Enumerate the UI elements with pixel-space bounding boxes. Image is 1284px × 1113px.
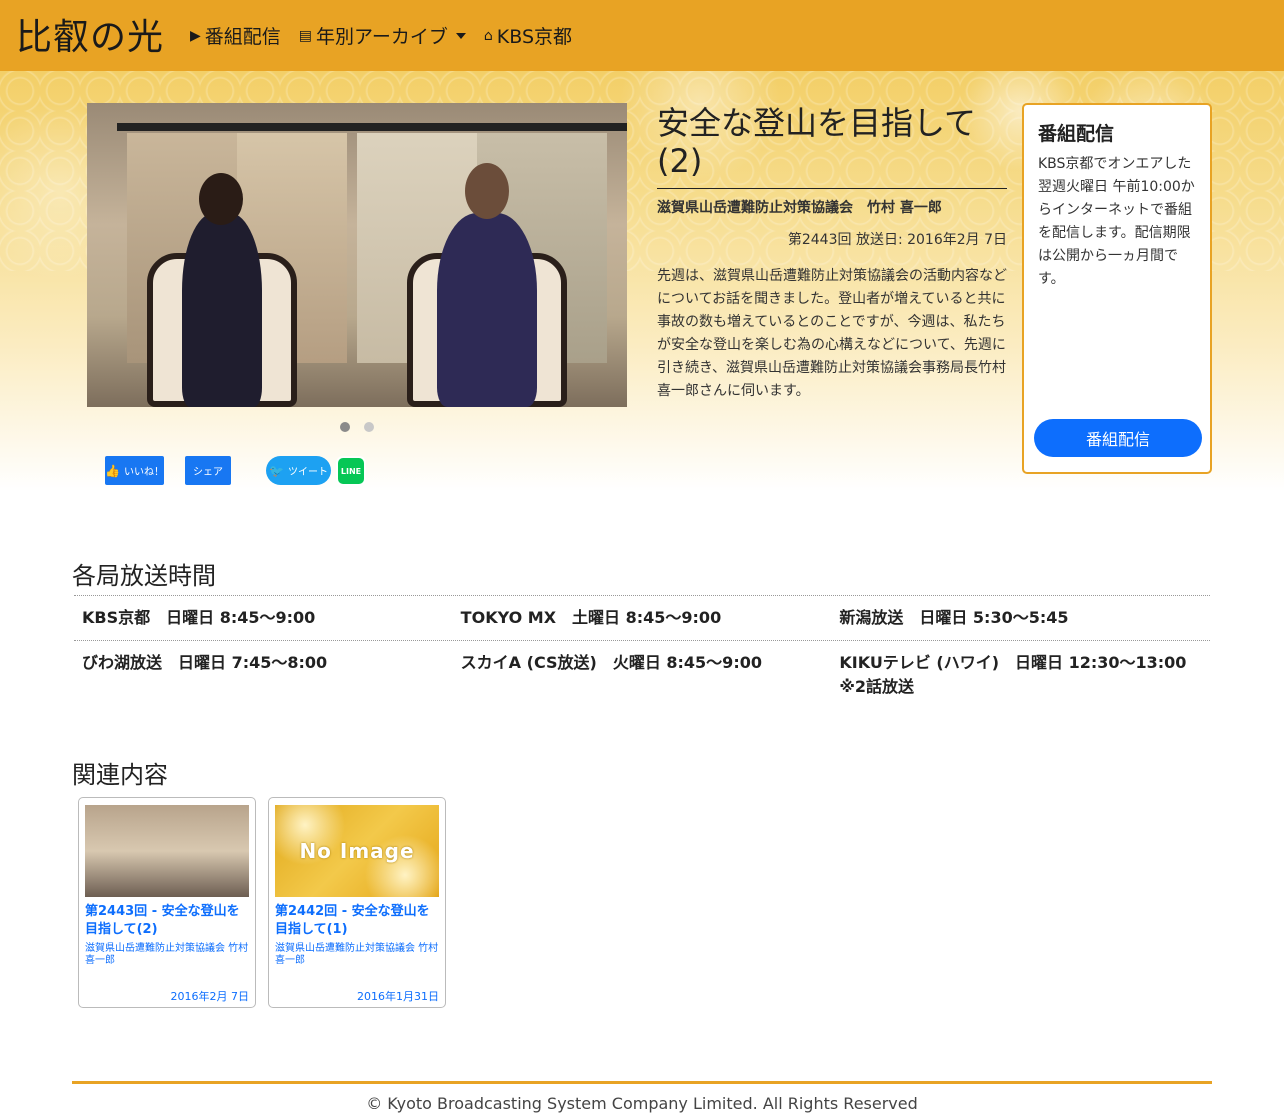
program-delivery-button[interactable]: 番組配信 [1034,419,1202,457]
navbar: 比叡の光 ▶ 番組配信 ▤ 年別アーカイブ ⌂ KBS京都 [0,0,1284,71]
related-card[interactable]: 第2443回 - 安全な登山を目指して(2) 滋賀県山岳遭難防止対策協議会 竹村… [78,797,256,1008]
schedule-title: 各局放送時間 [72,562,216,590]
program-delivery-box: 番組配信 KBS京都でオンエアした翌週火曜日 午前10:00からインターネットで… [1022,103,1212,474]
schedule-cell: スカイA (CS放送) 火曜日 8:45〜9:00 [460,653,762,672]
nav-item-label: 番組配信 [204,26,281,48]
carousel-slide-image[interactable] [87,103,627,407]
related-card-guest: 滋賀県山岳遭難防止対策協議会 竹村 喜一郎 [85,943,249,966]
episode-description: 先週は、滋賀県山岳遭難防止対策協議会の活動内容などについてお話を聞きました。登山… [657,268,1007,399]
archive-icon: ▤ [298,27,313,44]
nav-item-label: 年別アーカイブ [316,26,448,48]
nav-menu: ▶ 番組配信 ▤ 年別アーカイブ ⌂ KBS京都 [190,22,590,49]
twitter-tweet-button[interactable]: 🐦 ツイート [266,456,331,485]
episode-title: 安全な登山を目指して(2) [657,104,1007,189]
schedule-cell: TOKYO MX 土曜日 8:45〜9:00 [460,608,722,627]
related-thumbnail [85,805,249,897]
episode-meta: 第2443回 放送日: 2016年2月 7日 [787,232,1007,248]
related-title: 関連内容 [72,761,168,789]
nav-item-label: KBS京都 [496,26,573,48]
host-figure [182,213,262,407]
schedule-cell: KBS京都 日曜日 8:45〜9:00 [82,608,316,627]
facebook-like-label: いいね！ [123,467,164,478]
host-head [199,173,243,225]
footer-divider [72,1081,1212,1084]
schedule-row: KBS京都 日曜日 8:45〜9:00 TOKYO MX 土曜日 8:45〜9:… [74,596,1210,641]
related-card-title[interactable]: 第2442回 - 安全な登山を目指して(1) [275,903,441,939]
related-card-date: 2016年1月31日 [357,990,439,1003]
schedule-row: びわ湖放送 日曜日 7:45〜8:00 スカイA (CS放送) 火曜日 8:45… [74,641,1210,709]
episode-guest: 滋賀県山岳遭難防止対策協議会 竹村 喜一郎 [657,200,942,216]
facebook-share-button[interactable]: シェア [185,456,231,485]
carousel-indicator-1[interactable] [340,422,350,432]
twitter-bird-icon: 🐦 [269,463,284,478]
video-icon: ▶ [190,27,201,44]
no-image-label: No Image [299,839,415,863]
line-icon: LINE [340,466,362,476]
schedule-table: KBS京都 日曜日 8:45〜9:00 TOKYO MX 土曜日 8:45〜9:… [74,595,1210,709]
related-card-title[interactable]: 第2443回 - 安全な登山を目指して(2) [85,903,251,939]
brand-title[interactable]: 比叡の光 [16,8,164,60]
carousel-indicators [340,422,374,432]
related-card-date: 2016年2月 7日 [170,990,250,1003]
chevron-down-icon [455,32,466,39]
related-thumbnail-no-image: No Image [275,805,439,897]
thumbs-up-icon: 👍 [105,463,120,478]
sidebox-text: KBS京都でオンエアした翌週火曜日 午前10:00からインターネットで番組を配信… [1038,156,1195,287]
schedule-cell: KIKUテレビ (ハワイ) 日曜日 12:30〜13:00 ※2話放送 [839,653,1187,696]
home-icon: ⌂ [483,27,493,44]
nav-item-kbs-kyoto[interactable]: ⌂ KBS京都 [484,22,572,49]
carousel-indicator-2[interactable] [364,422,374,432]
schedule-cell: びわ湖放送 日曜日 7:45〜8:00 [82,653,328,672]
nav-item-program-delivery[interactable]: ▶ 番組配信 [190,22,281,49]
guest-figure [437,213,537,407]
line-share-button[interactable]: LINE [336,456,366,486]
related-card-guest: 滋賀県山岳遭難防止対策協議会 竹村 喜一郎 [275,943,439,966]
facebook-like-button[interactable]: 👍 いいね！ [105,456,164,485]
sidebox-title: 番組配信 [1038,123,1115,145]
footer-copyright: © Kyoto Broadcasting System Company Limi… [366,1094,918,1113]
curtain-rod [117,123,627,131]
tweet-label: ツイート [287,467,328,478]
schedule-cell: 新潟放送 日曜日 5:30〜5:45 [839,608,1069,627]
related-card[interactable]: No Image 第2442回 - 安全な登山を目指して(1) 滋賀県山岳遭難防… [268,797,446,1008]
nav-item-yearly-archive[interactable]: ▤ 年別アーカイブ [299,22,466,49]
facebook-share-label: シェア [193,467,223,478]
guest-head [465,163,509,219]
